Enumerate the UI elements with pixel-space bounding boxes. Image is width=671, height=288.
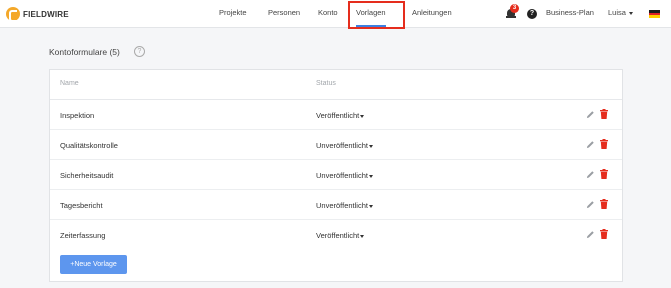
section-title: Kontoformulare (5)	[49, 47, 120, 57]
row-name: Sicherheitsaudit	[60, 171, 114, 180]
help-icon[interactable]: ?	[527, 9, 537, 19]
new-template-button[interactable]: +Neue Vorlage	[60, 255, 127, 274]
pencil-icon[interactable]	[586, 200, 595, 209]
nav-projekte[interactable]: Projekte	[219, 0, 247, 28]
chevron-down-icon	[629, 11, 634, 15]
table-header: Name Status	[50, 70, 622, 100]
pencil-icon[interactable]	[586, 140, 595, 149]
trash-icon[interactable]	[600, 229, 608, 239]
pencil-icon[interactable]	[586, 110, 595, 119]
chevron-down-icon	[368, 174, 373, 178]
notification-badge: 3	[510, 4, 519, 13]
pencil-icon[interactable]	[586, 170, 595, 179]
chevron-down-icon	[368, 144, 373, 148]
nav-konto[interactable]: Konto	[318, 0, 338, 28]
trash-icon[interactable]	[600, 139, 608, 149]
row-name: Qualitätskontrolle	[60, 141, 118, 150]
row-name: Zeiterfassung	[60, 231, 106, 240]
column-header-name: Name	[60, 80, 79, 87]
chevron-down-icon	[368, 204, 373, 208]
top-navigation-bar: FIELDWIRE Projekte Personen Konto Vorlag…	[0, 0, 671, 28]
forms-table-card: Name Status Inspektion Veröffentlicht Qu…	[49, 69, 623, 282]
nav-personen[interactable]: Personen	[268, 0, 300, 28]
trash-icon[interactable]	[600, 109, 608, 119]
highlight-box	[348, 1, 405, 29]
trash-icon[interactable]	[600, 199, 608, 209]
status-dropdown[interactable]: Unveröffentlicht	[316, 141, 373, 150]
status-dropdown[interactable]: Unveröffentlicht	[316, 171, 373, 180]
table-row[interactable]: Inspektion Veröffentlicht	[50, 100, 622, 130]
column-header-status: Status	[316, 80, 336, 87]
table-row[interactable]: Qualitätskontrolle Unveröffentlicht	[50, 130, 622, 160]
chevron-down-icon	[360, 114, 365, 118]
business-plan-link[interactable]: Business-Plan	[546, 0, 594, 26]
user-name: Luisa	[608, 8, 626, 17]
status-dropdown[interactable]: Veröffentlicht	[316, 111, 365, 120]
status-dropdown[interactable]: Unveröffentlicht	[316, 201, 373, 210]
nav-anleitungen[interactable]: Anleitungen	[412, 0, 452, 28]
table-row[interactable]: Tagesbericht Unveröffentlicht	[50, 190, 622, 220]
row-name: Inspektion	[60, 111, 95, 120]
info-icon[interactable]: ?	[134, 46, 145, 57]
row-name: Tagesbericht	[60, 201, 103, 210]
status-dropdown[interactable]: Veröffentlicht	[316, 231, 365, 240]
german-flag-icon[interactable]	[649, 10, 660, 18]
table-row[interactable]: Zeiterfassung Veröffentlicht	[50, 220, 622, 250]
table-row[interactable]: Sicherheitsaudit Unveröffentlicht	[50, 160, 622, 190]
pencil-icon[interactable]	[586, 230, 595, 239]
fieldwire-logo[interactable]: FIELDWIRE	[6, 7, 69, 22]
chevron-down-icon	[360, 234, 365, 238]
fieldwire-logo-icon	[6, 7, 20, 22]
user-menu[interactable]: Luisa	[608, 0, 634, 26]
trash-icon[interactable]	[600, 169, 608, 179]
logo-text: FIELDWIRE	[23, 9, 69, 19]
